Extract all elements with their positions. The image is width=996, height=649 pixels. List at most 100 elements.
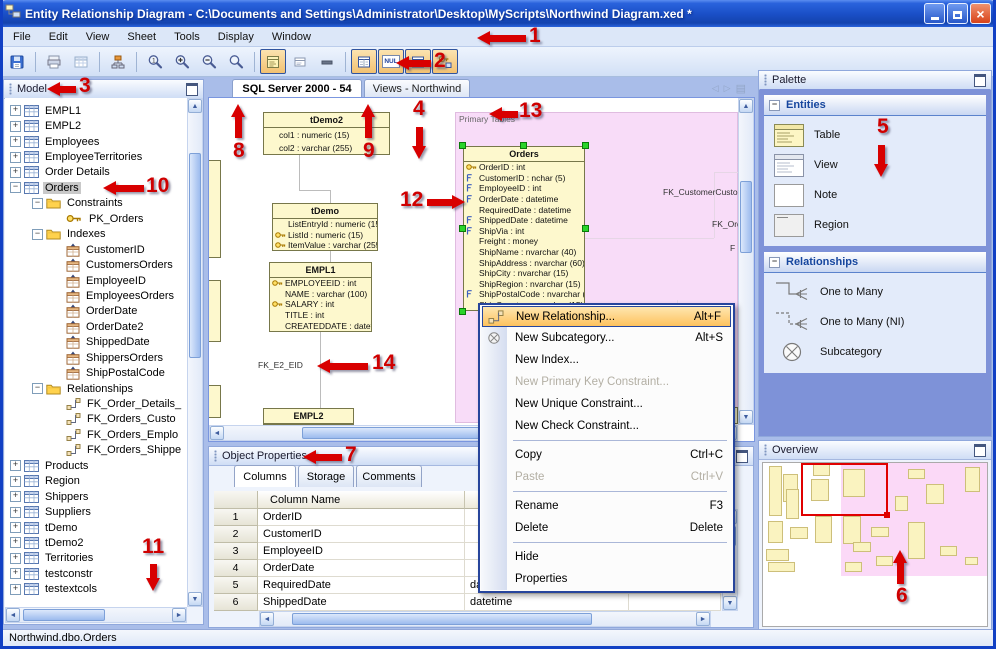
auto-layout-icon[interactable] xyxy=(105,49,131,74)
menu-item-new-relationship[interactable]: New Relationship... Alt+F xyxy=(482,306,731,327)
collapse-icon[interactable]: − xyxy=(769,256,780,268)
minimap-viewport[interactable] xyxy=(801,463,890,518)
scroll-up-icon[interactable]: ▲ xyxy=(739,99,753,113)
tree-expander-icon[interactable]: + xyxy=(10,151,21,163)
float-panel-icon[interactable] xyxy=(186,82,198,96)
selection-handle[interactable] xyxy=(459,142,466,149)
palette-item-region[interactable]: Region xyxy=(764,210,986,240)
tree-expander-icon[interactable]: − xyxy=(10,182,21,194)
entity-orders[interactable]: Orders OrderID : int CustomerID : nchar (5… xyxy=(463,146,585,312)
tree-item-fk-orders-custo[interactable]: FK_Orders_Custo xyxy=(5,412,187,427)
tree-item-relationships[interactable]: − Relationships xyxy=(5,381,187,396)
palette-section-header[interactable]: − Relationships xyxy=(764,252,986,273)
tree-item-customersorders[interactable]: CustomersOrders xyxy=(5,257,187,272)
entity-empl1[interactable]: EMPL1 EMPLOYEEID : int NAME : varchar (100… xyxy=(269,262,372,332)
tab-list-icon[interactable]: ▤ xyxy=(736,82,746,95)
tree-item-shippersorders[interactable]: ShippersOrders xyxy=(5,350,187,365)
scroll-left-icon[interactable]: ◄ xyxy=(260,612,274,626)
drag-grip-icon[interactable] xyxy=(764,444,767,456)
scroll-thumb[interactable] xyxy=(292,613,592,625)
palette-section-header[interactable]: − Entities xyxy=(764,95,986,116)
column-name-cell[interactable]: OrderDate xyxy=(258,560,465,577)
menu-file[interactable]: File xyxy=(4,29,40,45)
tree-item-region[interactable]: + Region xyxy=(5,474,187,489)
tree-expander-icon[interactable]: − xyxy=(32,197,43,209)
scroll-thumb[interactable] xyxy=(189,153,201,358)
tree-expander-icon[interactable]: + xyxy=(10,522,21,534)
tree-item-suppliers[interactable]: + Suppliers xyxy=(5,504,187,519)
column-name-cell[interactable]: RequiredDate xyxy=(258,577,465,594)
view-attributes-icon[interactable] xyxy=(260,49,286,74)
tab-comments[interactable]: Comments xyxy=(356,465,422,487)
menu-item-copy[interactable]: Copy Ctrl+C xyxy=(481,444,732,466)
menu-item-new-subcategory[interactable]: New Subcategory... Alt+S xyxy=(481,327,732,349)
menu-item-new-unique-constraint[interactable]: New Unique Constraint... xyxy=(481,393,732,415)
menu-item-new-index[interactable]: New Index... xyxy=(481,349,732,371)
scroll-left-icon[interactable]: ◄ xyxy=(210,426,224,440)
grid-horizontal-scrollbar[interactable]: ◄ ► xyxy=(259,611,711,627)
menu-item-paste[interactable]: Paste Ctrl+V xyxy=(481,466,732,488)
tree-item-fk-orders-emplo[interactable]: FK_Orders_Emplo xyxy=(5,427,187,442)
tree-expander-icon[interactable]: + xyxy=(10,475,21,487)
menu-item-properties[interactable]: Properties xyxy=(481,568,732,590)
overview-minimap[interactable] xyxy=(762,462,988,627)
tree-horizontal-scrollbar[interactable]: ◄ ► xyxy=(5,607,187,623)
column-name-cell[interactable]: EmployeeID xyxy=(258,543,465,560)
menu-view[interactable]: View xyxy=(77,29,119,45)
drag-grip-icon[interactable] xyxy=(9,83,12,95)
tree-item-pk-orders[interactable]: PK_Orders xyxy=(5,211,187,226)
entity-tdemo[interactable]: tDemo ListEntryId : numeric (15) ListId : … xyxy=(272,203,378,252)
palette-item-subcategory[interactable]: Subcategory xyxy=(764,337,986,367)
tree-expander-icon[interactable]: + xyxy=(10,136,21,148)
tree-item-employeesorders[interactable]: EmployeesOrders xyxy=(5,288,187,303)
tree-vertical-scrollbar[interactable]: ▲ ▼ xyxy=(187,98,203,607)
selection-handle[interactable] xyxy=(459,225,466,232)
drag-grip-icon[interactable] xyxy=(764,74,767,86)
titlebar[interactable]: Entity Relationship Diagram - C:\Documen… xyxy=(0,0,996,27)
tree-item-employees[interactable]: + Employees xyxy=(5,134,187,149)
drag-grip-icon[interactable] xyxy=(214,450,217,462)
palette-item-one-to-many-ni[interactable]: One to Many (NI) xyxy=(764,307,986,337)
float-panel-icon[interactable] xyxy=(974,443,986,457)
print-icon[interactable] xyxy=(41,49,67,74)
close-button[interactable]: × xyxy=(970,3,991,24)
scroll-left-icon[interactable]: ◄ xyxy=(6,608,20,622)
tree-expander-icon[interactable]: − xyxy=(32,383,43,395)
tree-item-tdemo[interactable]: + tDemo xyxy=(5,520,187,535)
menu-item-delete[interactable]: Delete Delete xyxy=(481,517,732,539)
selection-handle[interactable] xyxy=(582,225,589,232)
tree-item-orderdate2[interactable]: OrderDate2 xyxy=(5,319,187,334)
tree-item-shippeddate[interactable]: ShippedDate xyxy=(5,335,187,350)
menu-item-rename[interactable]: Rename F3 xyxy=(481,495,732,517)
tree-item-empl1[interactable]: + EMPL1 xyxy=(5,103,187,118)
tree-item-employeeid[interactable]: EmployeeID xyxy=(5,273,187,288)
tree-item-shippers[interactable]: + Shippers xyxy=(5,489,187,504)
data-type-cell[interactable]: datetime xyxy=(465,594,629,611)
view-compact-icon[interactable] xyxy=(314,49,340,74)
palette-item-one-to-many[interactable]: One to Many xyxy=(764,277,986,307)
tab-scroll-left-icon[interactable]: ◁ xyxy=(712,83,719,94)
tab-storage[interactable]: Storage xyxy=(298,465,354,487)
tree-expander-icon[interactable]: + xyxy=(10,583,21,595)
tree-expander-icon[interactable]: + xyxy=(10,491,21,503)
minimap-viewport-handle[interactable] xyxy=(884,512,890,518)
float-panel-icon[interactable] xyxy=(736,449,748,463)
scroll-thumb[interactable] xyxy=(740,181,752,253)
collapse-icon[interactable]: − xyxy=(769,99,780,111)
page-grid-icon[interactable] xyxy=(68,49,94,74)
tree-expander-icon[interactable]: + xyxy=(10,166,21,178)
menu-sheet[interactable]: Sheet xyxy=(118,29,165,45)
palette-item-note[interactable]: Note xyxy=(764,180,986,210)
tab-scroll-right-icon[interactable]: ▷ xyxy=(724,83,731,94)
minimize-button[interactable] xyxy=(924,3,945,24)
tree-item-customerid[interactable]: CustomerID xyxy=(5,242,187,257)
menu-edit[interactable]: Edit xyxy=(40,29,77,45)
menu-item-hide[interactable]: Hide xyxy=(481,546,732,568)
scroll-thumb[interactable] xyxy=(23,609,105,621)
entity-empl2[interactable]: EMPL2 xyxy=(263,408,354,425)
scroll-down-icon[interactable]: ▼ xyxy=(188,592,202,606)
tab-sql-server-2000[interactable]: SQL Server 2000 - 54 xyxy=(232,79,362,97)
tree-expander-icon[interactable]: + xyxy=(10,460,21,472)
zoom-fit-icon[interactable] xyxy=(223,49,249,74)
scroll-down-icon[interactable]: ▼ xyxy=(739,410,753,424)
